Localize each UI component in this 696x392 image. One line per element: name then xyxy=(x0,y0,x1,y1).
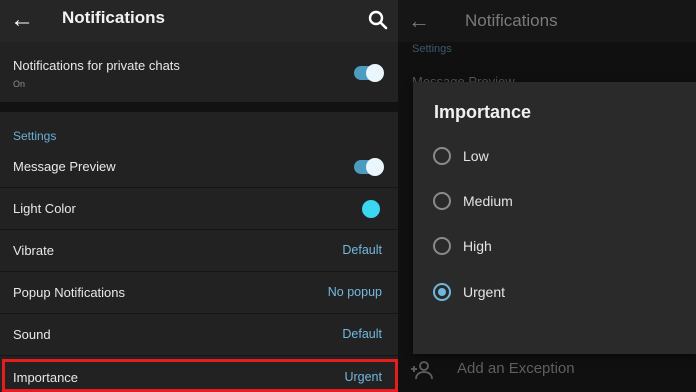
option-urgent[interactable]: Urgent xyxy=(433,279,673,305)
vibrate-value: Default xyxy=(342,243,382,257)
page-title-dimmed: Notifications xyxy=(465,11,558,30)
option-low[interactable]: Low xyxy=(433,143,673,169)
popup-notifications-row[interactable]: Popup Notifications No popup xyxy=(0,272,398,314)
light-color-row[interactable]: Light Color xyxy=(0,188,398,230)
option-medium-label: Medium xyxy=(463,193,513,209)
add-exception-label: Add an Exception xyxy=(457,360,575,377)
notifications-screen: ← Notifications Notifications for privat… xyxy=(0,0,398,392)
search-icon[interactable] xyxy=(366,8,390,32)
importance-dialog: Importance Low Medium High Urgent xyxy=(413,82,696,354)
private-chats-toggle[interactable] xyxy=(354,64,384,82)
message-preview-row[interactable]: Message Preview xyxy=(0,146,398,188)
private-chats-status: On xyxy=(13,79,26,89)
sound-label: Sound xyxy=(13,327,51,342)
message-preview-label: Message Preview xyxy=(13,159,116,174)
toggle-knob xyxy=(366,64,384,82)
settings-header-dimmed: Settings xyxy=(412,43,452,55)
popup-notifications-label: Popup Notifications xyxy=(13,285,126,300)
section-divider xyxy=(0,102,398,112)
message-preview-toggle[interactable] xyxy=(354,158,384,176)
option-medium[interactable]: Medium xyxy=(433,188,673,214)
importance-highlight-box xyxy=(2,359,398,392)
private-chats-row[interactable]: Notifications for private chats On xyxy=(0,42,398,102)
radio-medium[interactable] xyxy=(433,192,451,210)
option-urgent-label: Urgent xyxy=(463,284,506,300)
vibrate-row[interactable]: Vibrate Default xyxy=(0,230,398,272)
private-chats-label: Notifications for private chats xyxy=(13,58,180,73)
light-color-label: Light Color xyxy=(13,201,76,216)
sound-value: Default xyxy=(342,327,382,341)
app-bar-dimmed: ← Notifications xyxy=(398,0,696,42)
light-color-dot xyxy=(362,200,380,218)
sound-row[interactable]: Sound Default xyxy=(0,314,398,356)
toggle-knob xyxy=(366,158,384,176)
add-person-icon xyxy=(411,361,433,380)
settings-header: Settings xyxy=(13,129,57,143)
settings-section: Settings Message Preview Light Color Vib… xyxy=(0,112,398,392)
app-bar: ← Notifications xyxy=(0,0,398,42)
dialog-title: Importance xyxy=(434,102,532,122)
option-low-label: Low xyxy=(463,148,489,164)
arrow-left-icon[interactable]: ← xyxy=(408,8,430,34)
radio-low[interactable] xyxy=(433,147,451,165)
popup-notifications-value: No popup xyxy=(327,285,382,299)
vibrate-label: Vibrate xyxy=(13,243,54,258)
radio-urgent[interactable] xyxy=(433,283,451,301)
radio-high[interactable] xyxy=(433,237,451,255)
option-high-label: High xyxy=(463,238,492,254)
option-high[interactable]: High xyxy=(433,233,673,259)
arrow-left-icon[interactable]: ← xyxy=(9,7,35,33)
page-title: Notifications xyxy=(62,8,165,27)
